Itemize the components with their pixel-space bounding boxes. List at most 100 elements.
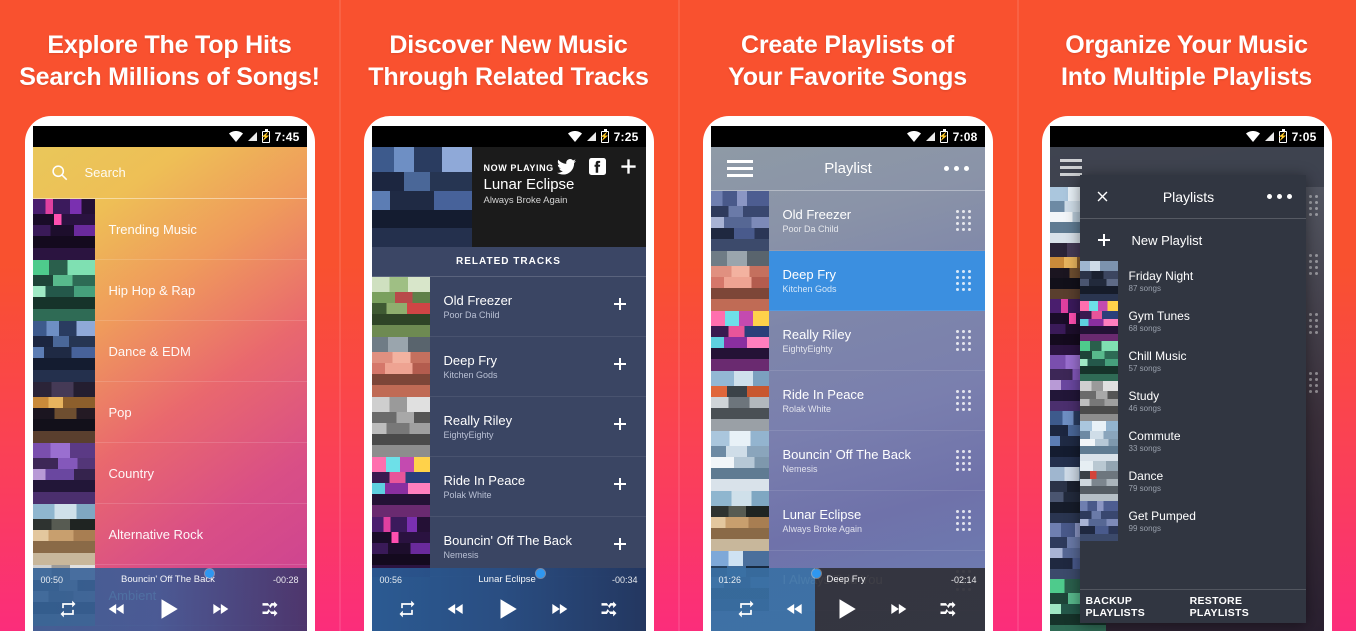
progress-row-3[interactable]: 01:26 Deep Fry -02:14 [711,568,985,591]
backup-playlists-button[interactable]: BACKUP PLAYLISTS [1086,595,1190,619]
drag-handle[interactable] [955,510,985,531]
play-icon[interactable] [494,595,520,623]
drag-handle[interactable] [955,390,985,411]
new-playlist-button[interactable]: New Playlist [1080,219,1306,261]
now-playing-track: Deep Fry [826,574,866,585]
playlist-song-count: 68 songs [1128,324,1161,333]
track-thumbnail [371,456,430,517]
playlist-item[interactable]: Get Pumped 99 songs [1079,501,1306,541]
playlist-row-selected[interactable]: Deep Fry Kitchen Gods [710,250,985,311]
playlist-row[interactable]: Really Riley EightyEighty [710,310,985,371]
facebook-icon[interactable] [588,158,606,175]
drag-handle[interactable] [955,270,985,291]
track-text: Old Freezer Poor Da Child [769,207,956,234]
add-track-button[interactable] [612,356,646,377]
playlist-item[interactable]: Gym Tunes 68 songs [1079,301,1306,341]
shuffle-icon[interactable] [937,599,959,619]
previous-icon[interactable] [784,599,806,619]
next-icon[interactable] [887,599,909,619]
status-time-3: 7:08 [952,129,978,144]
track-thumbnail [710,430,769,491]
restore-playlists-button[interactable]: RESTORE PLAYLISTS [1190,595,1300,619]
playlist-item[interactable]: Commute 33 songs [1079,421,1306,461]
category-row[interactable]: Trending Music [32,198,307,260]
repeat-icon[interactable] [58,599,78,619]
playlist-item[interactable]: Study 46 songs [1079,381,1306,421]
progress-row-2[interactable]: 00:56 Lunar Eclipse -00:34 [372,568,646,591]
track-thumbnail [710,490,769,551]
playlist-row[interactable]: Ride In Peace Rolak White [710,370,985,431]
progress-knob[interactable] [811,569,821,578]
playlist-song-count: 99 songs [1128,524,1161,533]
playlist-row[interactable]: Bouncin' Off The Back Nemesis [710,430,985,491]
drag-handle[interactable] [955,210,985,231]
playlist-row[interactable]: Lunar Eclipse Always Broke Again [710,490,985,551]
play-icon[interactable] [155,595,181,623]
more-options-icon[interactable] [1266,194,1292,199]
track-text: Ride In Peace Rolak White [769,387,956,414]
wifi-icon [228,131,243,142]
track-artist: Poor Da Child [443,310,500,320]
add-track-button[interactable] [612,536,646,557]
track-row[interactable]: Really Riley EightyEighty [371,396,646,457]
add-icon[interactable] [619,157,638,176]
headline-line-1: Organize Your Music [1065,31,1308,59]
search-bar[interactable]: Search [32,147,307,199]
category-label: Pop [108,404,132,420]
share-actions [556,157,638,176]
playlists-dialog-header: Playlists [1079,175,1306,219]
track-artist: Poor Da Child [782,224,839,234]
drag-handle[interactable] [955,450,985,471]
previous-icon[interactable] [106,599,128,619]
headline-line-2: Through Related Tracks [368,62,649,91]
hamburger-icon[interactable] [726,160,753,177]
next-icon[interactable] [548,599,570,619]
playlist-row[interactable]: Old Freezer Poor Da Child [710,190,985,251]
category-row[interactable]: Hip Hop & Rap [32,259,307,321]
status-bar-4: ⚡ 7:05 [1049,126,1324,147]
battery-icon: ⚡ [938,128,949,143]
track-row[interactable]: Ride In Peace Polak White [371,456,646,517]
playlist-name: Friday Night [1128,269,1194,283]
close-icon[interactable] [1094,188,1111,205]
track-title: Really Riley [443,413,513,428]
search-input[interactable]: Search [85,165,126,180]
shuffle-icon[interactable] [259,599,281,619]
category-row[interactable]: Pop [32,381,307,443]
playlist-name: Dance [1128,469,1164,483]
repeat-icon[interactable] [736,599,756,619]
category-row[interactable]: Alternative Rock [32,503,307,565]
category-row[interactable]: Country [32,442,307,504]
repeat-icon[interactable] [397,599,417,619]
screen-4-body: Playlists New Playlist Friday Night 87 s… [1049,147,1324,631]
add-track-button[interactable] [612,416,646,437]
playlist-item[interactable]: Friday Night 87 songs [1079,261,1306,301]
category-label: Dance & EDM [108,343,191,359]
wifi-icon [906,131,921,142]
status-time-4: 7:05 [1291,129,1317,144]
playlist-text: Gym Tunes 68 songs [1118,309,1190,333]
playlist-item[interactable]: Chill Music 57 songs [1079,341,1306,381]
track-title: Ride In Peace [443,473,526,488]
track-thumbnail [710,190,769,251]
hamburger-icon[interactable] [1059,158,1082,176]
add-track-button[interactable] [612,476,646,497]
playlist-thumbnail [1079,421,1118,461]
track-row[interactable]: Deep Fry Kitchen Gods [371,336,646,397]
progress-knob[interactable] [535,569,545,578]
twitter-icon[interactable] [556,158,576,175]
playlist-item[interactable]: Dance 79 songs [1079,461,1306,501]
next-icon[interactable] [209,599,231,619]
category-row[interactable]: Dance & EDM [32,320,307,382]
track-row[interactable]: Old Freezer Poor Da Child [371,276,646,337]
previous-icon[interactable] [445,599,467,619]
screenshot-gallery: Explore The Top Hits Search Millions of … [0,0,1356,631]
drag-handle[interactable] [955,330,985,351]
add-track-button[interactable] [612,296,646,317]
playlist-text: Friday Night 87 songs [1118,269,1194,293]
battery-icon: ⚡ [599,128,610,143]
more-options-icon[interactable] [943,166,969,171]
shuffle-icon[interactable] [598,599,620,619]
progress-row-1[interactable]: 00:50 Bouncin' Off The Back -00:28 [33,568,307,591]
play-icon[interactable] [833,595,859,623]
